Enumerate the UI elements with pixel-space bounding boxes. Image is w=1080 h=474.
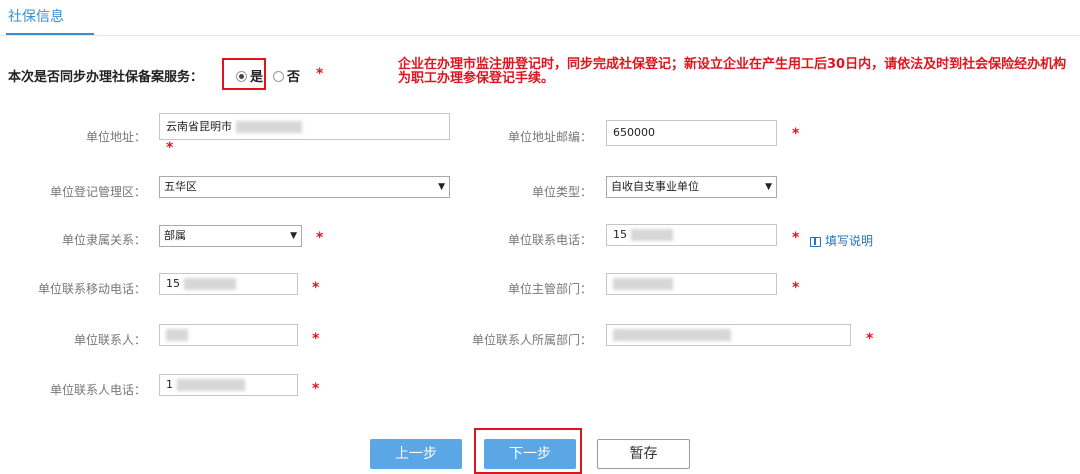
prev-button[interactable]: 上一步 — [370, 439, 462, 469]
redacted-block — [166, 329, 188, 341]
contact-phone-required-mark: * — [312, 381, 320, 397]
dropdown-arrow-icon: ▼ — [438, 182, 445, 192]
mobile-value: 15 — [166, 277, 180, 290]
mobile-input[interactable]: 15 — [159, 273, 298, 295]
redacted-block — [613, 278, 673, 290]
redacted-block — [631, 229, 673, 241]
required-mark: * — [316, 66, 324, 82]
type-value: 自收自支事业单位 — [611, 180, 699, 193]
affiliation-value: 部属 — [164, 229, 186, 242]
tab-divider — [0, 35, 1080, 36]
sync-question-label: 本次是否同步办理社保备案服务： — [8, 70, 204, 85]
phone-input[interactable]: 15 — [606, 224, 777, 246]
tab-social-insurance[interactable]: 社保信息 — [8, 6, 64, 26]
contact-dept-label: 单位联系人所属部门： — [471, 333, 592, 347]
affiliation-label: 单位隶属关系： — [61, 233, 146, 247]
phone-value: 15 — [613, 228, 627, 241]
contact-phone-value: 1 — [166, 378, 173, 391]
address-input[interactable]: 云南省昆明市 — [159, 113, 450, 140]
contact-dept-input[interactable] — [606, 324, 851, 346]
radio-no-label: 否 — [287, 70, 301, 85]
sync-notice: 企业在办理市监注册登记时，同步完成社保登记；新设立企业在产生用工后30日内，请依… — [398, 57, 1067, 86]
help-link[interactable]: 填写说明 — [810, 232, 873, 249]
dept-label: 单位主管部门： — [507, 282, 592, 296]
postal-required-mark: * — [792, 126, 800, 142]
redacted-block — [184, 278, 236, 290]
district-label: 单位登记管理区： — [49, 185, 146, 199]
help-link-label: 填写说明 — [825, 234, 874, 248]
radio-yes-icon[interactable] — [236, 71, 247, 82]
dept-required-mark: * — [792, 280, 800, 296]
radio-option-no[interactable]: 否 — [273, 66, 300, 85]
contact-phone-label: 单位联系人电话： — [49, 383, 146, 397]
book-icon — [810, 236, 821, 247]
radio-no-icon[interactable] — [273, 71, 284, 82]
postal-input[interactable]: 650000 — [606, 120, 777, 146]
district-select[interactable]: 五华区 ▼ — [159, 176, 450, 198]
type-label: 单位类型： — [531, 185, 592, 199]
postal-label: 单位地址邮编： — [507, 130, 592, 144]
affiliation-select[interactable]: 部属 ▼ — [159, 225, 302, 247]
dropdown-arrow-icon: ▼ — [290, 231, 297, 241]
address-value: 云南省昆明市 — [166, 120, 232, 133]
redacted-block — [613, 329, 731, 341]
save-draft-button[interactable]: 暂存 — [597, 439, 690, 469]
contact-phone-input[interactable]: 1 — [159, 374, 298, 396]
contact-input[interactable] — [159, 324, 298, 346]
mobile-required-mark: * — [312, 280, 320, 296]
redacted-block — [177, 379, 245, 391]
type-select[interactable]: 自收自支事业单位 ▼ — [606, 176, 777, 198]
district-value: 五华区 — [164, 180, 197, 193]
phone-label: 单位联系电话： — [507, 233, 592, 247]
address-required-mark: * — [166, 140, 174, 156]
redacted-block — [236, 121, 302, 133]
contact-required-mark: * — [312, 331, 320, 347]
next-button[interactable]: 下一步 — [484, 439, 576, 469]
contact-label: 单位联系人： — [73, 333, 146, 347]
dropdown-arrow-icon: ▼ — [765, 182, 772, 192]
mobile-label: 单位联系移动电话： — [37, 282, 146, 296]
contact-dept-required-mark: * — [866, 331, 874, 347]
phone-required-mark: * — [792, 230, 800, 246]
radio-yes-label: 是 — [250, 70, 264, 85]
affiliation-required-mark: * — [316, 230, 324, 246]
address-label: 单位地址： — [85, 130, 146, 144]
dept-input[interactable] — [606, 273, 777, 295]
radio-option-yes[interactable]: 是 — [236, 66, 263, 85]
